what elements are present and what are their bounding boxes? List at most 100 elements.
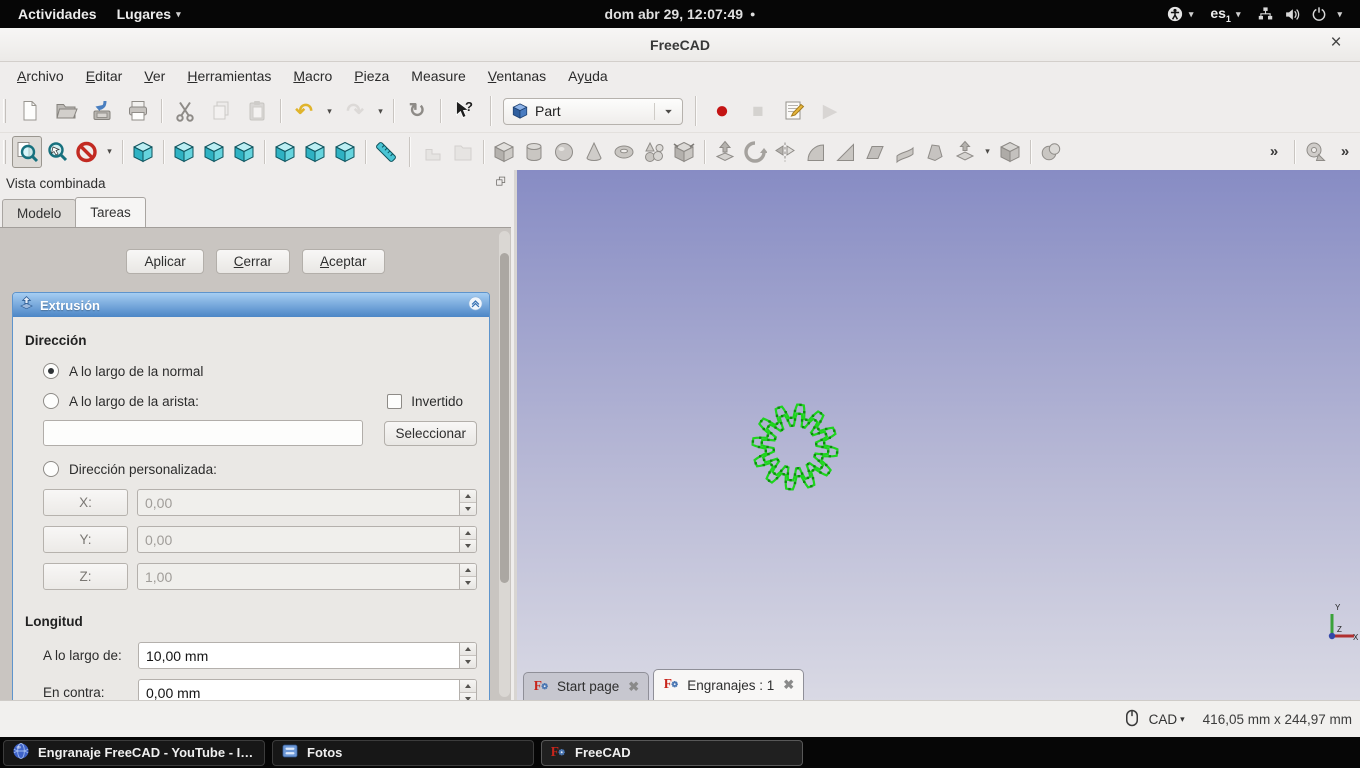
measure-tape-button[interactable]	[1300, 136, 1330, 168]
draw-style-button[interactable]	[72, 136, 102, 168]
whatsthis-button[interactable]: ?	[446, 94, 482, 128]
tab-start-page[interactable]: F Start page ✖	[523, 672, 650, 700]
refresh-button[interactable]: ↻	[399, 94, 435, 128]
view-top-button[interactable]	[199, 136, 229, 168]
view-axonometric-button[interactable]	[128, 136, 158, 168]
menu-editar[interactable]: Editar	[75, 68, 134, 84]
redo-dropdown[interactable]: ▾	[373, 94, 388, 128]
open-file-button[interactable]	[48, 94, 84, 128]
tab-modelo[interactable]: Modelo	[2, 199, 77, 227]
part-thickness-button[interactable]	[995, 136, 1025, 168]
spin-up-button[interactable]	[460, 527, 476, 539]
part-fillet-button[interactable]	[800, 136, 830, 168]
new-file-button[interactable]	[12, 94, 48, 128]
view-rear-button[interactable]	[270, 136, 300, 168]
z-direction-button[interactable]: Z:	[43, 563, 128, 590]
view-front-button[interactable]	[169, 136, 199, 168]
aplicar-button[interactable]: Aplicar	[126, 249, 204, 274]
clock-menu[interactable]: dom abr 29, 12:07:49 ●	[605, 6, 756, 22]
panel-scrollbar[interactable]	[499, 231, 510, 697]
taskbar-browser-window[interactable]: Engranaje FreeCAD - YouTube - Ic...	[3, 739, 265, 766]
measure-ruler-button[interactable]	[371, 136, 401, 168]
menu-ayuda[interactable]: Ayuda	[557, 68, 618, 84]
part-chamfer-button[interactable]	[830, 136, 860, 168]
window-titlebar[interactable]: FreeCAD ×	[0, 28, 1360, 62]
part-shapebuilder-button[interactable]	[639, 136, 669, 168]
fit-selection-button[interactable]	[42, 136, 72, 168]
system-menu[interactable]: ▾	[1253, 0, 1346, 28]
tab-engranajes[interactable]: F Engranajes : 1 ✖	[653, 669, 805, 700]
undo-button[interactable]: ↶	[286, 94, 322, 128]
y-direction-button[interactable]: Y:	[43, 526, 128, 553]
offset-dropdown[interactable]: ▾	[980, 136, 995, 168]
part-makeface-button[interactable]	[860, 136, 890, 168]
spin-down-button[interactable]	[460, 539, 476, 552]
spin-down-button[interactable]	[460, 576, 476, 589]
y-direction-spinbox[interactable]: 0,00	[137, 526, 477, 553]
length-against-spinbox[interactable]: 0,00 mm	[138, 679, 477, 700]
view-left-button[interactable]	[330, 136, 360, 168]
part-extrude-button[interactable]	[710, 136, 740, 168]
part-revolve-button[interactable]	[740, 136, 770, 168]
workbench-selector[interactable]: Part	[503, 97, 683, 125]
keyboard-layout-menu[interactable]: es1 ▾	[1206, 0, 1244, 28]
view-right-button[interactable]	[229, 136, 259, 168]
macro-stop-button[interactable]: ■	[740, 94, 776, 128]
redo-button[interactable]: ↷	[337, 94, 373, 128]
edge-input[interactable]	[43, 420, 363, 446]
close-tab-icon[interactable]: ✖	[626, 679, 639, 695]
spin-down-button[interactable]	[460, 502, 476, 515]
cerrar-button[interactable]: Cerrar	[215, 249, 290, 274]
extrusion-header[interactable]: Extrusión	[13, 293, 489, 317]
taskbar-freecad-window[interactable]: F FreeCAD	[541, 739, 803, 766]
part-boolean-button[interactable]	[1036, 136, 1066, 168]
radio-custom-direction[interactable]: Dirección personalizada:	[25, 461, 477, 477]
spin-up-button[interactable]	[460, 643, 476, 655]
select-edge-button[interactable]: Seleccionar	[384, 420, 477, 446]
menu-herramientas[interactable]: Herramientas	[176, 68, 282, 84]
macro-record-button[interactable]: ●	[704, 94, 740, 128]
radio-along-normal[interactable]: A lo largo de la normal	[25, 363, 477, 379]
aceptar-button[interactable]: Aceptar	[301, 249, 385, 274]
part-mirror-button[interactable]	[770, 136, 800, 168]
menu-ver[interactable]: Ver	[133, 68, 176, 84]
part-ruled-surface-button[interactable]	[890, 136, 920, 168]
menu-ventanas[interactable]: Ventanas	[477, 68, 557, 84]
menu-macro[interactable]: Macro	[282, 68, 343, 84]
x-direction-spinbox[interactable]: 0,00	[137, 489, 477, 516]
spin-up-button[interactable]	[460, 490, 476, 502]
z-direction-spinbox[interactable]: 1,00	[137, 563, 477, 590]
float-panel-icon[interactable]	[495, 176, 508, 192]
part-box-button[interactable]	[489, 136, 519, 168]
menu-pieza[interactable]: Pieza	[343, 68, 400, 84]
radio-along-edge[interactable]: A lo largo de la arista:	[43, 393, 199, 409]
spin-down-button[interactable]	[460, 655, 476, 668]
overflow-button[interactable]: »	[1330, 136, 1360, 168]
invert-checkbox[interactable]: Invertido	[387, 393, 463, 409]
spin-up-button[interactable]	[460, 680, 476, 692]
part-torus-button[interactable]	[609, 136, 639, 168]
copy-button[interactable]	[203, 94, 239, 128]
toolbar-handle[interactable]	[3, 99, 6, 123]
3d-viewport[interactable]: Y Z X F Start page ✖ F Engranajes : 1 ✖	[517, 170, 1360, 700]
part-cone-button[interactable]	[579, 136, 609, 168]
spin-up-button[interactable]	[460, 564, 476, 576]
menu-measure[interactable]: Measure	[400, 68, 476, 84]
draw-style-dropdown[interactable]: ▾	[102, 136, 117, 168]
fit-all-button[interactable]	[12, 135, 42, 168]
collapse-icon[interactable]	[468, 296, 483, 314]
part-primitives-button[interactable]	[669, 136, 699, 168]
part-loft-button[interactable]	[920, 136, 950, 168]
taskbar-fotos-window[interactable]: Fotos	[272, 739, 534, 766]
spin-down-button[interactable]	[460, 692, 476, 700]
x-direction-button[interactable]: X:	[43, 489, 128, 516]
save-file-button[interactable]	[84, 94, 120, 128]
close-tab-icon[interactable]: ✖	[781, 677, 794, 693]
paste-button[interactable]	[239, 94, 275, 128]
macro-edit-button[interactable]	[776, 94, 812, 128]
part-group-button[interactable]	[448, 136, 478, 168]
chevron-down-icon[interactable]	[654, 102, 675, 120]
accessibility-menu[interactable]: ▾	[1162, 0, 1198, 28]
nav-style-selector[interactable]: CAD ▾	[1149, 712, 1185, 727]
tab-tareas[interactable]: Tareas	[75, 197, 146, 227]
